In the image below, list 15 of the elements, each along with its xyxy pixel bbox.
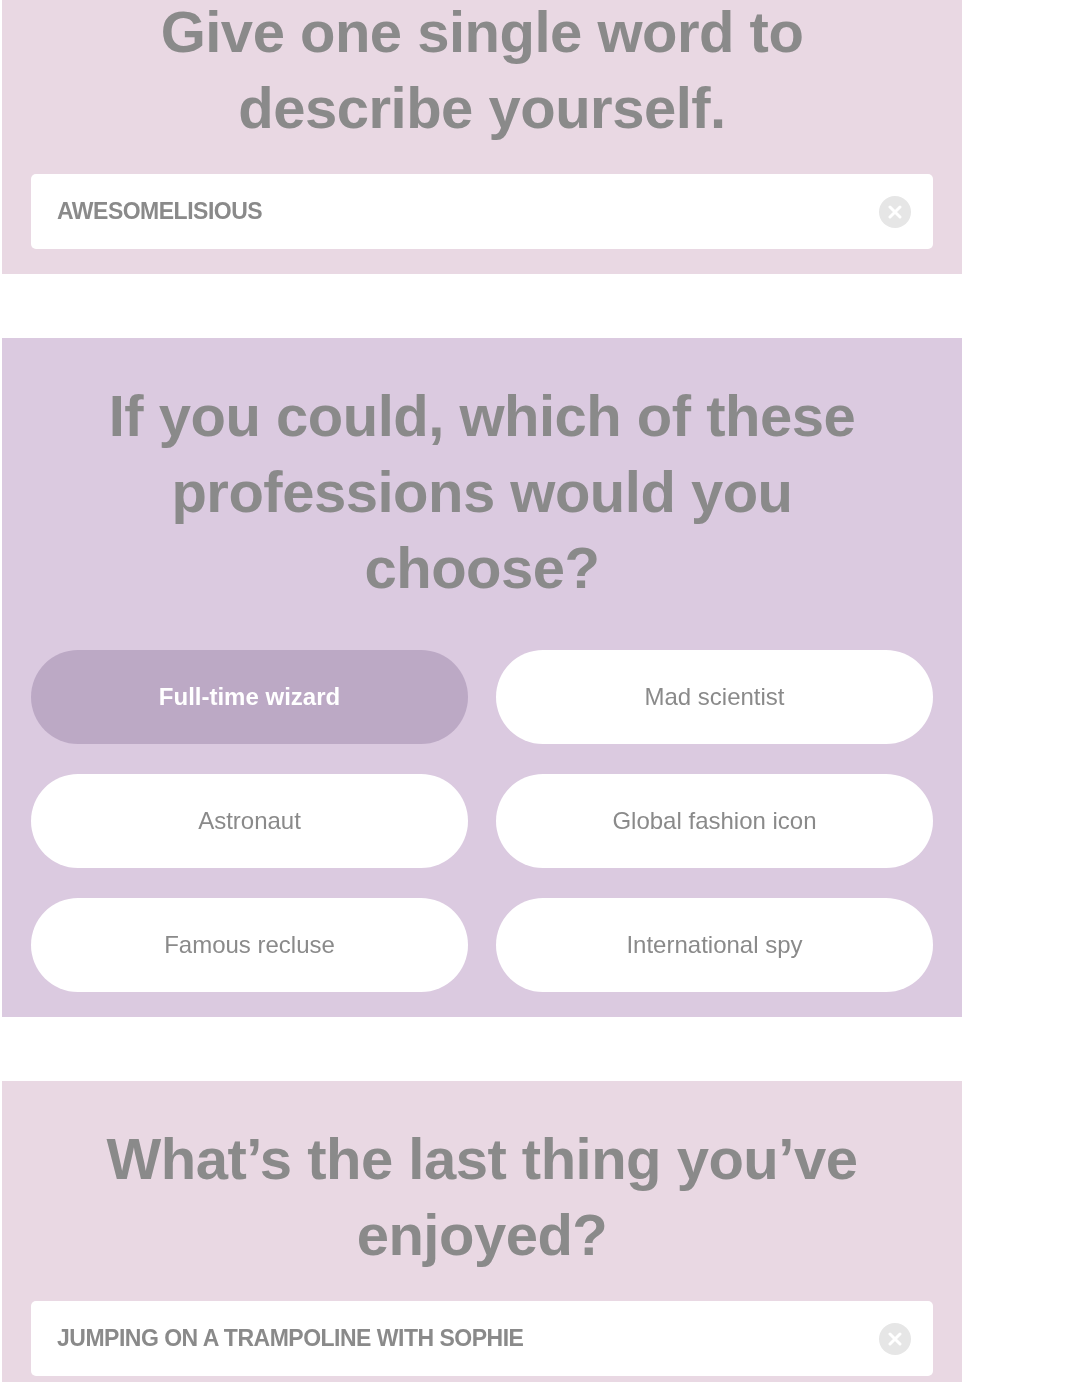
- close-icon: [888, 204, 902, 219]
- option-button[interactable]: Mad scientist: [496, 650, 933, 744]
- option-button[interactable]: Full-time wizard: [31, 650, 468, 744]
- answer-field[interactable]: JUMPING ON A TRAMPOLINE WITH SOPHIE: [31, 1301, 933, 1376]
- question-title: Give one single word to describe yourself.: [159, 0, 805, 142]
- option-button[interactable]: International spy: [496, 898, 933, 992]
- option-button[interactable]: Famous recluse: [31, 898, 468, 992]
- option-button[interactable]: Astronaut: [31, 774, 468, 868]
- answer-field[interactable]: AWESOMELISIOUS: [31, 174, 933, 249]
- close-icon: [888, 1331, 902, 1346]
- question-title: If you could, which of these professions would you choose?: [107, 382, 857, 602]
- option-button[interactable]: Global fashion icon: [496, 774, 933, 868]
- question-title: What’s the last thing you’ve enjoyed?: [105, 1125, 859, 1269]
- clear-button[interactable]: [879, 195, 911, 228]
- clear-button[interactable]: [879, 1322, 911, 1355]
